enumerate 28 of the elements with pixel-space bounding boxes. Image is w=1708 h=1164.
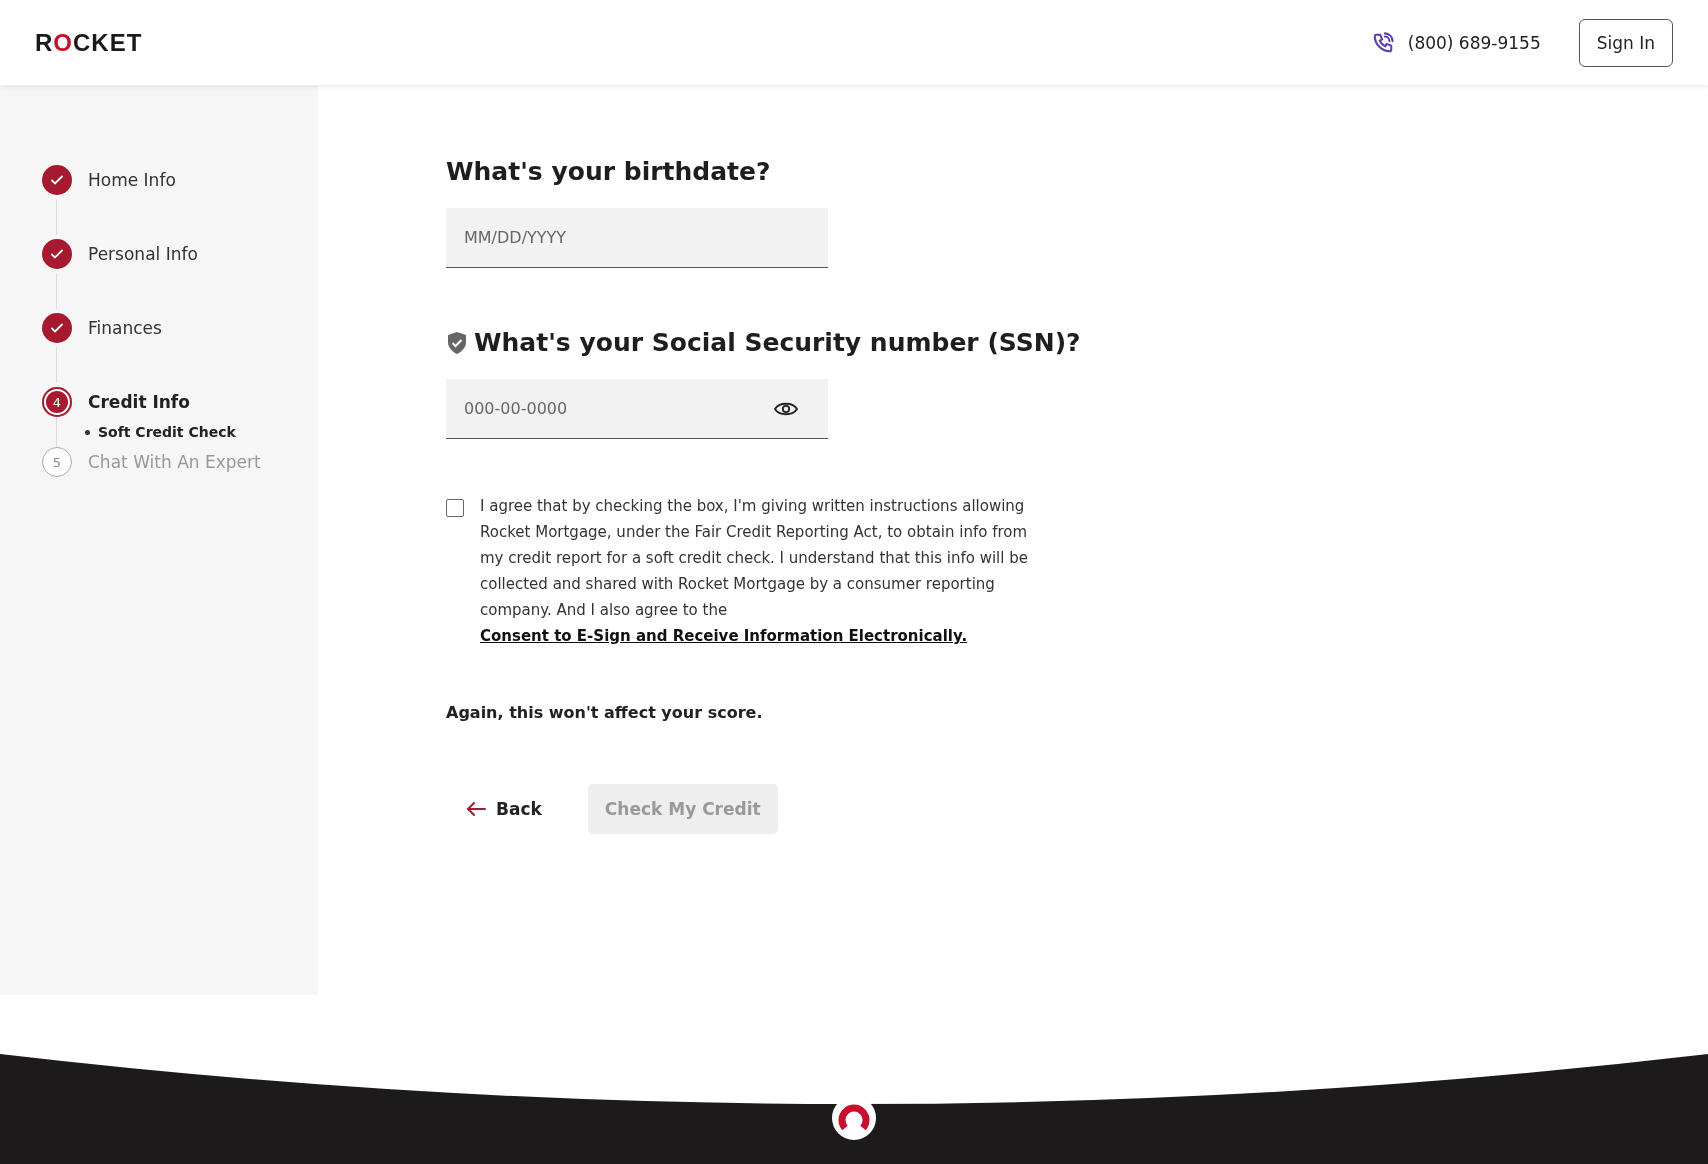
shield-check-icon (446, 330, 468, 355)
substep-label[interactable]: Soft Credit Check (98, 424, 236, 440)
step-number: 5 (42, 447, 72, 477)
ssn-question: What's your Social Security number (SSN)? (474, 328, 1081, 357)
sign-in-button[interactable]: Sign In (1578, 18, 1673, 67)
rocket-emblem-icon (838, 1104, 870, 1130)
birthdate-field[interactable]: MM/DD/YYYY (446, 208, 828, 268)
step-label[interactable]: Finances (88, 318, 162, 338)
rocket-logo[interactable]: ROCKET (35, 28, 143, 57)
score-note: Again, this won't affect your score. (446, 703, 764, 722)
consent-checkbox[interactable] (446, 499, 464, 517)
phone-number[interactable]: (800) 689-9155 (1407, 32, 1541, 53)
ssn-field[interactable]: 000-00-0000 (446, 379, 828, 439)
back-button[interactable]: Back (446, 789, 562, 829)
check-icon (42, 165, 72, 195)
birthdate-question: What's your birthdate? (446, 157, 772, 186)
consent-text: I agree that by checking the box, I'm giving written instructions allowing Rocket Mortgage, under the Fair Credit Reporting Act, to obtain info from my credit report for a soft credit check. I understand that this info will be collected and shared with Rocket Mortgage by a consumer reporting company. And I also agree to the Consent to E-Sign and Receive Information Electronically. (480, 496, 1029, 647)
consent-link[interactable]: Consent to E-Sign and Receive Information Electronically. (480, 627, 968, 645)
check-icon (42, 239, 72, 269)
step-number: 4 (42, 387, 72, 417)
check-icon (42, 313, 72, 343)
step-label[interactable]: Home Info (88, 170, 176, 190)
step-label[interactable]: Personal Info (88, 244, 198, 264)
step-label[interactable]: Credit Info (88, 392, 190, 412)
phone-icon (1371, 31, 1394, 54)
eye-icon[interactable] (774, 401, 798, 417)
bullet-icon (85, 429, 90, 435)
arrow-left-icon (466, 801, 486, 817)
